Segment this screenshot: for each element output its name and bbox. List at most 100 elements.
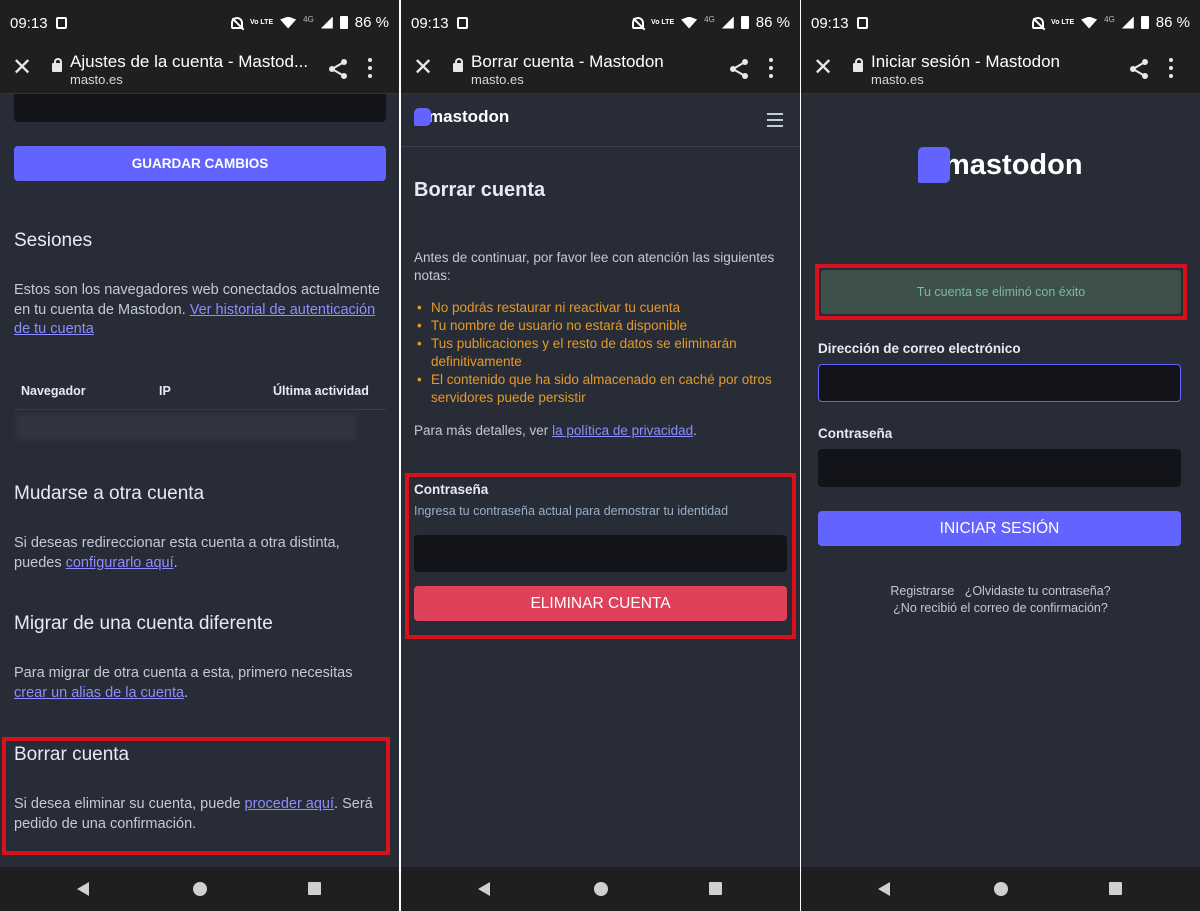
configure-move-link[interactable]: configurarlo aquí [66, 555, 174, 571]
notification-icon [857, 17, 868, 29]
warning-item: Tu nombre de usuario no estará disponibl… [415, 317, 787, 335]
sessions-heading: Sesiones [14, 230, 93, 251]
proceed-delete-link[interactable]: proceder aquí [245, 796, 334, 812]
signal-icon [320, 16, 333, 29]
lock-icon[interactable] [853, 58, 863, 72]
privacy-details-text: Para más detalles, ver la política de pr… [414, 423, 697, 438]
migrate-account-heading: Migrar de una cuenta diferente [14, 613, 273, 634]
resend-confirmation-link[interactable]: ¿No recibió el correo de confirmación? [893, 601, 1108, 615]
close-icon[interactable]: ✕ [813, 56, 833, 80]
forgot-password-link[interactable]: ¿Olvidaste tu contraseña? [965, 584, 1111, 598]
mastodon-logo[interactable]: mastodon [918, 147, 1083, 183]
android-nav-bar [401, 867, 800, 911]
browser-toolbar: ✕ Iniciar sesión - Mastodon masto.es [801, 46, 1200, 94]
battery-icon [339, 16, 348, 29]
auth-links: Registrarse ¿Olvidaste tu contraseña? ¿N… [801, 583, 1200, 617]
register-link[interactable]: Registrarse [890, 584, 954, 598]
back-icon[interactable] [878, 882, 890, 896]
mastodon-icon [918, 147, 950, 183]
battery-level: 86 % [354, 14, 389, 31]
close-icon[interactable]: ✕ [12, 56, 32, 80]
status-time: 09:13 [10, 15, 48, 32]
delete-account-button[interactable]: ELIMINAR CUENTA [414, 586, 787, 621]
battery-icon [740, 16, 749, 29]
more-menu-icon[interactable] [1169, 56, 1173, 80]
home-icon[interactable] [193, 882, 207, 896]
password-field[interactable] [414, 535, 787, 572]
battery-level: 86 % [1155, 14, 1190, 31]
warning-item: El contenido que ha sido almacenado en c… [415, 371, 787, 407]
panel-login: 09:13 Vo LTE 4G 86 % ✕ Iniciar sesión - … [801, 0, 1200, 911]
share-icon[interactable] [327, 58, 349, 80]
page-domain[interactable]: masto.es [871, 72, 924, 87]
status-bar: 09:13 Vo LTE 4G 86 % [801, 0, 1200, 46]
migrate-account-text: Para migrar de otra cuenta a esta, prime… [14, 665, 353, 701]
recents-icon[interactable] [709, 882, 722, 895]
volte-icon: Vo LTE [1051, 19, 1075, 26]
hamburger-menu-icon[interactable] [767, 113, 783, 127]
volte-icon: Vo LTE [250, 19, 274, 26]
page-title[interactable]: Borrar cuenta - Mastodon [471, 52, 716, 72]
close-icon[interactable]: ✕ [413, 56, 433, 80]
delete-account-heading: Borrar cuenta [14, 744, 130, 765]
browser-toolbar: ✕ Ajustes de la cuenta - Mastod... masto… [0, 46, 399, 94]
more-menu-icon[interactable] [769, 56, 773, 80]
delete-warnings-list: No podrás restaurar ni reactivar tu cuen… [415, 299, 787, 407]
panel-delete-account: 09:13 Vo LTE 4G 86 % ✕ Borrar cuenta - M… [401, 0, 800, 911]
password-label: Contraseña [414, 482, 489, 497]
status-icons: Vo LTE 4G 86 % [632, 14, 790, 31]
status-bar: 09:13 Vo LTE 4G 86 % [0, 0, 399, 46]
save-changes-button[interactable]: GUARDAR CAMBIOS [14, 146, 386, 181]
share-icon[interactable] [728, 58, 750, 80]
back-icon[interactable] [478, 882, 490, 896]
email-field[interactable] [818, 364, 1181, 402]
email-label: Dirección de correo electrónico [818, 341, 1021, 356]
recents-icon[interactable] [1109, 882, 1122, 895]
status-time: 09:13 [411, 15, 449, 32]
status-icons: Vo LTE 4G 86 % [231, 14, 389, 31]
signal-icon [721, 16, 734, 29]
blurred-session-row [16, 414, 356, 440]
android-nav-bar [801, 867, 1200, 911]
status-icons: Vo LTE 4G 86 % [1032, 14, 1190, 31]
page-title[interactable]: Iniciar sesión - Mastodon [871, 52, 1116, 72]
warning-item: No podrás restaurar ni reactivar tu cuen… [415, 299, 787, 317]
page-domain[interactable]: masto.es [471, 72, 524, 87]
wifi-icon [681, 16, 698, 29]
password-label: Contraseña [818, 426, 893, 441]
create-alias-link[interactable]: crear un alias de la cuenta [14, 685, 184, 701]
previous-field[interactable] [14, 94, 386, 122]
password-field[interactable] [818, 449, 1181, 487]
battery-icon [1140, 16, 1149, 29]
lock-icon[interactable] [453, 58, 463, 72]
network-type: 4G [1104, 15, 1115, 24]
success-alert: Tu cuenta se eliminó con éxito [821, 270, 1181, 314]
back-icon[interactable] [77, 882, 89, 896]
recents-icon[interactable] [308, 882, 321, 895]
notification-icon [56, 17, 67, 29]
android-nav-bar [0, 867, 399, 911]
home-icon[interactable] [994, 882, 1008, 896]
network-type: 4G [704, 15, 715, 24]
share-icon[interactable] [1128, 58, 1150, 80]
mastodon-icon [414, 108, 431, 126]
home-icon[interactable] [594, 882, 608, 896]
column-last-activity: Última actividad [273, 384, 369, 398]
battery-level: 86 % [755, 14, 790, 31]
column-browser: Navegador [21, 384, 86, 398]
site-header: mastodon [401, 95, 800, 147]
delete-account-heading: Borrar cuenta [414, 179, 546, 201]
page-domain[interactable]: masto.es [70, 72, 123, 87]
more-menu-icon[interactable] [368, 56, 372, 80]
wifi-icon [1081, 16, 1098, 29]
mute-icon [231, 16, 244, 29]
network-type: 4G [303, 15, 314, 24]
status-bar: 09:13 Vo LTE 4G 86 % [401, 0, 800, 46]
login-button[interactable]: INICIAR SESIÓN [818, 511, 1181, 546]
mastodon-logo[interactable]: mastodon [414, 107, 509, 127]
page-title[interactable]: Ajustes de la cuenta - Mastod... [70, 52, 315, 72]
notification-icon [457, 17, 468, 29]
lock-icon[interactable] [52, 58, 62, 72]
password-hint: Ingresa tu contraseña actual para demost… [414, 504, 729, 518]
privacy-policy-link[interactable]: la política de privacidad [552, 423, 693, 438]
